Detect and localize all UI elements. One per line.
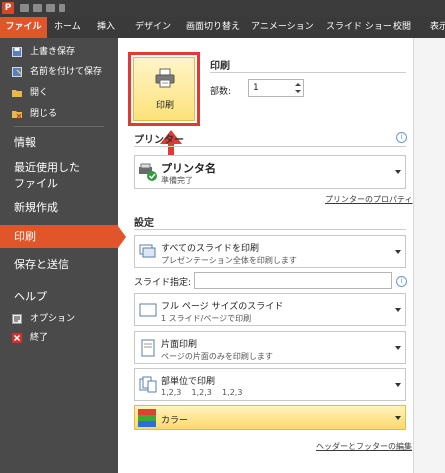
undo-quick-icon[interactable] xyxy=(33,4,42,12)
collate-main: 部単位で印刷 xyxy=(161,377,216,387)
collate-icon xyxy=(139,376,157,393)
preview-pane xyxy=(414,38,445,473)
printer-status: 準備完了 xyxy=(161,176,193,185)
copies-value: 1 xyxy=(253,83,259,93)
slide-spec-info-icon[interactable]: i xyxy=(396,276,407,287)
customize-quick-icon[interactable] xyxy=(59,4,65,12)
layout-dropdown[interactable]: フル ページ サイズのスライド 1 スライド/ページで印刷 xyxy=(134,293,406,326)
print-button[interactable]: 印刷 xyxy=(133,57,195,121)
printer-properties-link[interactable]: プリンターのプロパティ xyxy=(325,194,413,205)
sides-sub: ページの片面のみを印刷します xyxy=(161,352,273,361)
tab-slideshow[interactable]: スライド ショー xyxy=(326,17,392,38)
settings-heading: 設定 xyxy=(134,218,154,229)
printer-info-icon[interactable]: i xyxy=(396,132,407,143)
slide-spec-label: スライド指定: xyxy=(134,278,192,288)
menu-options[interactable]: オプション xyxy=(0,310,118,328)
tab-view[interactable]: 表示 xyxy=(430,17,445,38)
exit-icon xyxy=(12,333,22,343)
slides-range-sub: プレゼンテーション全体を印刷します xyxy=(161,256,297,265)
backstage-menu: 上書き保存 名前を付けて保存 開く 閉じる 情報 最近使用した ファイル 新規作… xyxy=(0,38,118,473)
color-dropdown[interactable]: カラー xyxy=(134,405,406,430)
tab-animations[interactable]: アニメーション xyxy=(251,17,314,38)
tab-home[interactable]: ホーム xyxy=(54,17,81,38)
folder-close-icon xyxy=(12,111,22,119)
options-icon xyxy=(12,314,22,324)
header-footer-link[interactable]: ヘッダーとフッターの編集 xyxy=(316,441,412,452)
printer-name: プリンタ名 xyxy=(161,162,216,175)
all-slides-icon xyxy=(139,244,156,258)
powerpoint-app-icon[interactable]: P xyxy=(2,2,14,14)
collate-dropdown[interactable]: 部単位で印刷 1,2,3 1,2,3 1,2,3 xyxy=(134,368,406,401)
slide-spec-input[interactable] xyxy=(194,272,392,289)
print-button-label: 印刷 xyxy=(155,101,174,111)
sides-main: 片面印刷 xyxy=(161,340,198,350)
active-menu-pointer xyxy=(118,226,126,248)
copies-up-icon[interactable] xyxy=(295,83,301,86)
printer-icon xyxy=(155,68,175,88)
chevron-down-icon xyxy=(395,415,401,420)
print-heading: 印刷 xyxy=(210,61,230,72)
printer-divider xyxy=(134,146,406,147)
title-bar: P xyxy=(0,0,445,17)
menu-recent[interactable]: 最近使用した ファイル xyxy=(0,159,118,193)
menu-divider xyxy=(14,126,104,127)
color-main: カラー xyxy=(161,416,189,426)
settings-divider xyxy=(134,229,406,230)
copies-input[interactable]: 1 xyxy=(248,79,304,97)
slides-range-dropdown[interactable]: すべてのスライドを印刷 プレゼンテーション全体を印刷します xyxy=(134,235,406,268)
layout-main: フル ページ サイズのスライド xyxy=(161,302,284,312)
tab-design[interactable]: デザイン xyxy=(135,17,171,38)
print-divider xyxy=(210,72,406,73)
save-quick-icon[interactable] xyxy=(20,4,29,12)
copies-label: 部数: xyxy=(210,87,232,97)
ribbon-tabs: ファイル ホーム 挿入 デザイン 画面切り替え アニメーション スライド ショー… xyxy=(0,17,445,38)
chevron-down-icon xyxy=(395,307,401,312)
chevron-down-icon xyxy=(395,170,401,174)
chevron-down-icon xyxy=(395,382,401,387)
printer-heading: プリンター xyxy=(134,135,184,146)
color-swatch-icon xyxy=(138,409,156,427)
menu-close[interactable]: 閉じる xyxy=(0,105,118,123)
printer-dropdown[interactable]: プリンタ名 準備完了 xyxy=(134,155,406,189)
layout-sub: 1 スライド/ページで印刷 xyxy=(161,314,252,323)
menu-save[interactable]: 上書き保存 xyxy=(0,43,118,61)
collate-sub: 1,2,3 1,2,3 1,2,3 xyxy=(161,388,243,397)
menu-save-as[interactable]: 名前を付けて保存 xyxy=(0,63,118,81)
save-as-icon xyxy=(12,67,22,77)
single-sided-icon xyxy=(141,339,155,357)
folder-open-icon xyxy=(12,90,22,97)
menu-print[interactable]: 印刷 xyxy=(0,225,118,248)
tab-transitions[interactable]: 画面切り替え xyxy=(186,17,240,38)
tab-file[interactable]: ファイル xyxy=(0,17,47,38)
print-button-highlight: 印刷 xyxy=(128,52,200,126)
save-icon xyxy=(12,47,22,57)
menu-open[interactable]: 開く xyxy=(0,84,118,102)
sides-dropdown[interactable]: 片面印刷 ページの片面のみを印刷します xyxy=(134,331,406,364)
redo-quick-icon[interactable] xyxy=(46,4,55,12)
chevron-down-icon xyxy=(395,345,401,350)
tab-review[interactable]: 校閲 xyxy=(393,17,411,38)
chevron-down-icon xyxy=(395,249,401,254)
full-page-slide-icon xyxy=(139,303,157,317)
slides-range-main: すべてのスライドを印刷 xyxy=(161,244,260,254)
printer-status-icon xyxy=(139,163,157,181)
menu-exit[interactable]: 終了 xyxy=(0,329,118,347)
tab-insert[interactable]: 挿入 xyxy=(97,17,115,38)
copies-down-icon[interactable] xyxy=(295,90,301,93)
